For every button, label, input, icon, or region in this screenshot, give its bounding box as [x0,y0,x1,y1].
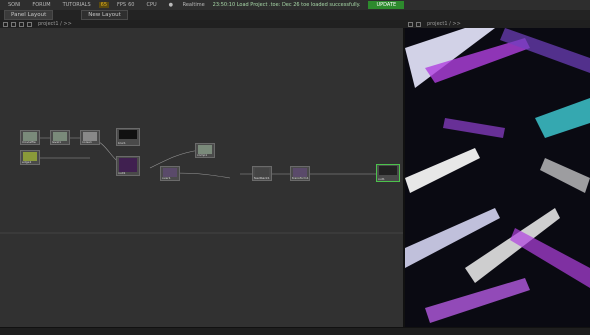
node-label: comp1 [197,153,208,157]
fps-label: FPS [117,2,127,8]
search-icon[interactable] [27,21,32,27]
node-label: level1 [52,140,62,144]
operator-node[interactable]: transform1 [290,166,310,181]
cpu-label: CPU [146,2,157,8]
operator-node[interactable]: moviefile [20,130,40,145]
status-message: 23:50:10 Load Project .toe: Dec 26 toe l… [212,2,361,8]
view-options-icon[interactable] [408,21,413,27]
zoom-icon[interactable] [416,21,421,27]
network-editor[interactable]: moviefile level1 noise1 blur1 edge1 null… [0,28,405,328]
fps-value: 60 [128,2,135,8]
tab-new-layout[interactable]: New Layout [81,10,128,20]
operator-node[interactable]: over1 [160,166,180,181]
back-icon[interactable] [3,21,8,27]
operator-node[interactable]: level1 [50,130,70,145]
operator-node[interactable]: feedback1 [252,166,272,181]
operator-node[interactable]: noise1 [80,130,100,145]
network-toolbar: project1 / >> [0,20,405,28]
update-button[interactable]: UPDATE [368,1,405,9]
forward-icon[interactable] [11,21,16,27]
timeline-bar[interactable] [0,327,590,335]
operator-node[interactable]: out1 [376,164,400,182]
operator-node[interactable]: null1 [116,156,140,176]
menu-item-tutorials[interactable]: TUTORIALS [63,2,91,8]
node-label: transform1 [292,176,309,180]
node-label: out1 [378,177,385,181]
node-label: blur1 [118,141,126,145]
realtime-label: Realtime [182,2,205,8]
viewer-path[interactable]: project1 / >> [427,21,461,27]
node-label: over1 [162,176,171,180]
pane-tab-bar: Panel Layout New Layout [0,10,590,20]
viewer-toolbar: project1 / >> [405,20,590,28]
operator-node[interactable]: blur1 [116,128,140,146]
render-output [405,28,590,328]
node-label: noise1 [82,140,92,144]
operator-node[interactable]: comp1 [195,143,215,158]
node-label: edge1 [22,160,32,164]
operator-node[interactable]: edge1 [20,150,40,165]
node-label: feedback1 [254,176,270,180]
node-label: null1 [118,171,126,175]
menu-item-forum[interactable]: FORUM [32,2,50,8]
menu-item-soni[interactable]: SONI [8,2,20,8]
home-icon[interactable] [19,21,24,27]
tab-panel-layout[interactable]: Panel Layout [4,10,54,20]
network-path[interactable]: project1 / >> [38,21,72,27]
node-label: moviefile [22,140,36,144]
perf-badge: 65 [98,2,110,8]
output-viewer[interactable] [405,28,590,328]
realtime-checkbox[interactable]: ● Realtime [169,2,205,8]
network-wires [0,137,403,234]
